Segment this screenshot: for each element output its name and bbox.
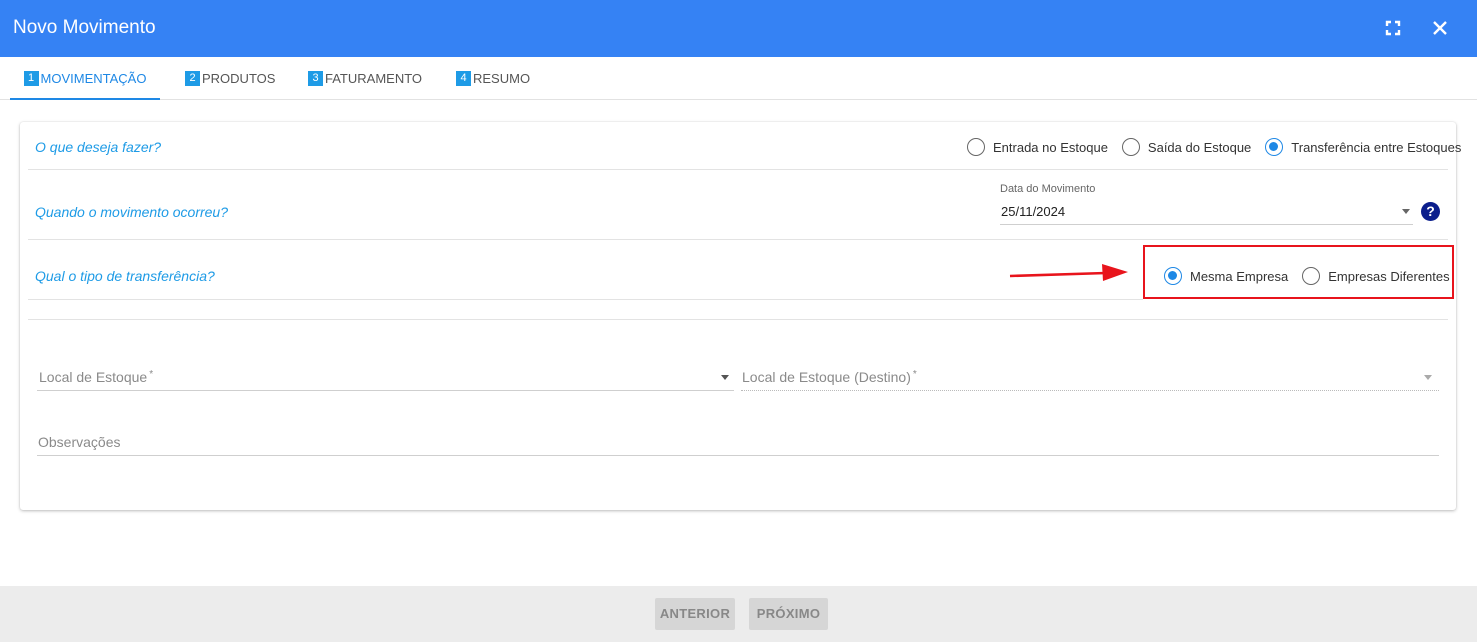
dialog-titlebar: Novo Movimento	[0, 0, 1477, 57]
chevron-down-icon[interactable]	[1424, 375, 1432, 380]
notes-underline	[37, 455, 1439, 456]
radio-circle	[1121, 138, 1140, 156]
wizard-tabs: 1 MOVIMENTAÇÃO 2 PRODUTOS 3 FATURAMENTO …	[0, 57, 1477, 100]
divider	[28, 299, 1143, 300]
stock-local-label: Local de Estoque	[39, 369, 148, 385]
date-field-value[interactable]: 25/11/2024	[1001, 204, 1065, 219]
tab-number-badge: 2	[185, 71, 200, 86]
radio-label: Transferência entre Estoques	[1291, 139, 1462, 155]
chevron-down-icon[interactable]	[721, 375, 729, 380]
radio-mesma-empresa[interactable]: Mesma Empresa	[1164, 267, 1288, 285]
fullscreen-icon[interactable]	[1381, 16, 1405, 40]
question-action: O que deseja fazer?	[35, 139, 162, 155]
tab-number-badge: 3	[308, 71, 323, 86]
chevron-down-icon[interactable]	[1402, 209, 1410, 214]
tab-number-badge: 4	[456, 71, 471, 86]
notes-field[interactable]: Observações	[38, 434, 120, 450]
radio-circle	[1265, 138, 1284, 156]
date-field-label: Data do Movimento	[1000, 183, 1096, 195]
stock-local-dest-underline	[741, 390, 1439, 391]
radio-label: Entrada no Estoque	[993, 139, 1108, 155]
previous-button[interactable]: ANTERIOR	[655, 598, 735, 630]
radio-saida-estoque[interactable]: Saída do Estoque	[1121, 138, 1252, 156]
tab-movimentacao[interactable]: 1 MOVIMENTAÇÃO	[10, 57, 160, 100]
action-radio-group: Entrada no Estoque Saída do Estoque Tran…	[967, 138, 1461, 156]
tab-produtos[interactable]: 2 PRODUTOS	[185, 57, 275, 100]
required-mark: *	[149, 369, 154, 380]
stock-local-underline	[37, 390, 734, 391]
radio-label: Mesma Empresa	[1190, 268, 1289, 284]
tab-label: PRODUTOS	[202, 71, 276, 86]
radio-entrada-estoque[interactable]: Entrada no Estoque	[967, 138, 1108, 156]
date-field-underline	[1000, 224, 1413, 225]
radio-circle	[1302, 267, 1321, 285]
stock-local-dest-field[interactable]: Local de Estoque (Destino) *	[742, 369, 917, 385]
radio-circle	[967, 138, 985, 156]
dialog-footer: ANTERIOR PRÓXIMO	[0, 586, 1477, 642]
tab-label: FATURAMENTO	[325, 71, 423, 86]
question-when: Quando o movimento ocorreu?	[35, 204, 228, 220]
radio-label: Saída do Estoque	[1147, 139, 1252, 155]
dialog-title: Novo Movimento	[13, 17, 156, 38]
tab-resumo[interactable]: 4 RESUMO	[456, 57, 530, 100]
next-button[interactable]: PRÓXIMO	[749, 598, 828, 630]
question-transfer-type: Qual o tipo de transferência?	[35, 268, 215, 284]
tab-number-badge: 1	[23, 71, 39, 86]
transfer-type-radio-group: Mesma Empresa Empresas Diferentes	[1164, 267, 1450, 285]
divider	[28, 169, 1448, 170]
required-mark: *	[912, 369, 917, 380]
close-icon[interactable]	[1428, 16, 1452, 40]
radio-label: Empresas Diferentes	[1328, 268, 1450, 284]
divider	[28, 239, 1448, 240]
radio-circle	[1164, 267, 1182, 285]
annotation-arrow-icon	[1009, 264, 1128, 281]
radio-transferencia-estoques[interactable]: Transferência entre Estoques	[1265, 138, 1461, 156]
stock-local-field[interactable]: Local de Estoque *	[39, 369, 153, 385]
help-icon[interactable]: ?	[1421, 202, 1440, 221]
tab-label: MOVIMENTAÇÃO	[40, 71, 147, 86]
stock-local-dest-label: Local de Estoque (Destino)	[742, 369, 911, 385]
form-card	[20, 122, 1456, 510]
tab-faturamento[interactable]: 3 FATURAMENTO	[308, 57, 422, 100]
tab-label: RESUMO	[473, 71, 531, 86]
radio-empresas-diferentes[interactable]: Empresas Diferentes	[1302, 267, 1450, 285]
divider	[28, 319, 1448, 320]
